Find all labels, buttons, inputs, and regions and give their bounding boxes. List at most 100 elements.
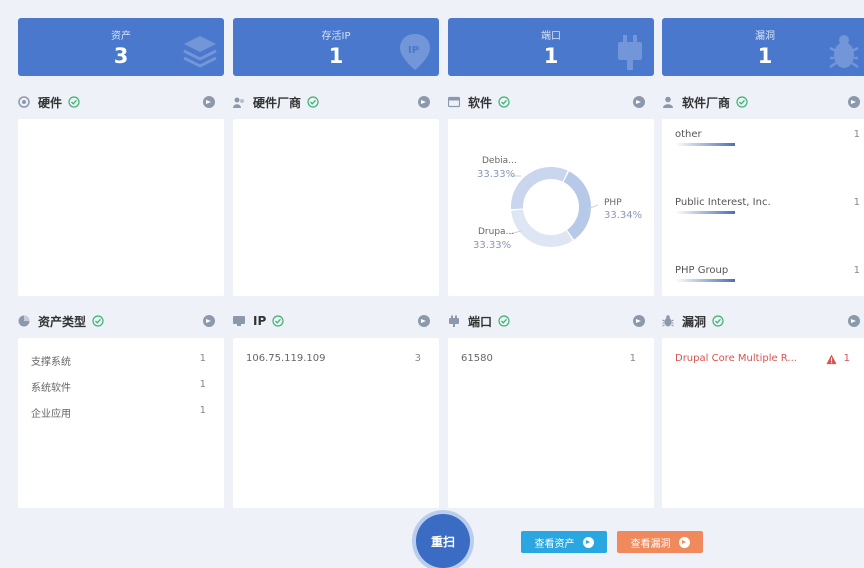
item-label: 企业应用 — [31, 409, 71, 420]
rescan-label: 重扫 — [430, 534, 455, 549]
donut-slice[interactable] — [511, 209, 573, 248]
user-group-icon — [233, 97, 244, 108]
item-count: 1 — [199, 379, 206, 390]
view-assets-label: 查看资产 — [534, 538, 575, 550]
svg-text:IP: IP — [408, 45, 419, 56]
plug-icon — [618, 35, 642, 70]
bug-icon — [662, 315, 674, 327]
list-item[interactable]: PHP Group 1 — [675, 265, 860, 285]
item-label: other — [675, 129, 702, 140]
stat-card-assets[interactable]: 资产 3 — [18, 18, 224, 76]
item-bar — [675, 211, 735, 214]
donut-label: Drupa... — [478, 227, 515, 237]
panel-header-hardware-vendor: 硬件厂商 — [233, 92, 319, 112]
user-icon — [663, 96, 673, 108]
panel-title: 软件 — [468, 95, 493, 110]
rescan-button[interactable]: 重扫 — [416, 514, 470, 568]
list-item[interactable]: Drupal Core Multiple R... 1 — [675, 353, 855, 369]
plug-icon — [449, 315, 459, 327]
software-donut-chart — [509, 167, 599, 248]
stat-card-live-ip[interactable]: 存活IP 1 IP — [233, 18, 439, 76]
item-label: PHP Group — [675, 265, 729, 276]
check-circle-icon — [68, 96, 80, 108]
view-vulns-label: 查看漏洞 — [630, 538, 671, 550]
donut-percent: 33.33% — [477, 169, 516, 180]
item-count: 3 — [414, 353, 421, 364]
pie-chart-icon — [18, 315, 30, 327]
list-item[interactable]: 系统软件 1 — [31, 379, 211, 395]
more-arrow-icon[interactable] — [203, 315, 215, 327]
donut-slice[interactable] — [563, 171, 591, 240]
monitor-icon — [233, 316, 245, 326]
check-circle-icon — [712, 315, 724, 327]
panel-header-port: 端口 — [448, 311, 510, 331]
panel-header-vuln: 漏洞 — [662, 311, 724, 331]
vuln-card: Drupal Core Multiple R... 1 — [662, 338, 864, 508]
arrow-right-icon — [678, 536, 690, 548]
check-circle-icon — [498, 315, 510, 327]
ip-card: 106.75.119.109 3 — [233, 338, 439, 508]
item-count: 1 — [629, 353, 636, 364]
panel-title: IP — [253, 314, 267, 328]
list-item[interactable]: 支撑系统 1 — [31, 353, 211, 369]
check-circle-icon — [736, 96, 748, 108]
more-arrow-icon[interactable] — [633, 96, 645, 108]
panel-title: 软件厂商 — [682, 95, 731, 110]
donut-label: Debia... — [482, 156, 517, 166]
hardware-card — [18, 119, 224, 296]
panel-header-software-vendor: 软件厂商 — [662, 92, 748, 112]
check-circle-icon — [307, 96, 319, 108]
item-count: 1 — [853, 265, 860, 276]
panel-header-ip: IP — [233, 311, 284, 331]
panel-title: 硬件 — [38, 95, 63, 110]
asset-type-card: 支撑系统 1 系统软件 1 企业应用 1 — [18, 338, 224, 508]
list-item[interactable]: 企业应用 1 — [31, 405, 211, 421]
arrow-right-icon — [582, 536, 594, 548]
location-ip-icon: IP — [400, 34, 430, 70]
stat-card-vulns[interactable]: 漏洞 1 — [662, 18, 864, 76]
hardware-vendor-card — [233, 119, 439, 296]
port-card: 61580 1 — [448, 338, 654, 508]
item-count: 1 — [853, 129, 860, 140]
donut-label: PHP — [604, 198, 622, 208]
warning-icon — [826, 354, 837, 365]
item-bar — [675, 143, 735, 146]
target-icon — [18, 96, 30, 108]
more-arrow-icon[interactable] — [203, 96, 215, 108]
view-assets-button[interactable]: 查看资产 — [521, 531, 607, 553]
more-arrow-icon[interactable] — [633, 315, 645, 327]
more-arrow-icon[interactable] — [418, 315, 430, 327]
item-bar — [675, 279, 735, 282]
list-item[interactable]: other 1 — [675, 129, 860, 149]
check-circle-icon — [92, 315, 104, 327]
view-vulns-button[interactable]: 查看漏洞 — [617, 531, 703, 553]
software-card: Debia... 33.33% PHP 33.34% Drupa... 33.3… — [448, 119, 654, 296]
list-item[interactable]: 106.75.119.109 3 — [246, 353, 426, 369]
item-count: 1 — [199, 353, 206, 364]
list-item[interactable]: 61580 1 — [461, 353, 641, 369]
check-circle-icon — [272, 315, 284, 327]
item-label: 106.75.119.109 — [246, 353, 326, 364]
more-arrow-icon[interactable] — [418, 96, 430, 108]
panel-header-software: 软件 — [448, 92, 510, 112]
panel-title: 端口 — [468, 314, 493, 329]
panel-header-asset-type: 资产类型 — [18, 311, 104, 331]
more-arrow-icon[interactable] — [848, 96, 860, 108]
list-item[interactable]: Public Interest, Inc. 1 — [675, 197, 860, 217]
panel-header-hardware: 硬件 — [18, 92, 80, 112]
item-count: 1 — [199, 405, 206, 416]
item-label: Public Interest, Inc. — [675, 197, 771, 208]
more-arrow-icon[interactable] — [848, 315, 860, 327]
panel-title: 硬件厂商 — [253, 95, 302, 110]
software-vendor-card: other 1 Public Interest, Inc. 1 PHP Grou… — [662, 119, 864, 296]
panel-title: 资产类型 — [38, 314, 87, 329]
stat-card-ports[interactable]: 端口 1 — [448, 18, 654, 76]
layers-icon — [183, 36, 217, 68]
bug-icon — [829, 35, 859, 69]
item-label: Drupal Core Multiple R... — [675, 353, 797, 364]
donut-slice[interactable] — [511, 167, 568, 210]
donut-percent: 33.34% — [604, 210, 643, 221]
panel-title: 漏洞 — [682, 314, 707, 329]
item-count: 1 — [843, 353, 850, 364]
item-label: 支撑系统 — [31, 357, 71, 368]
